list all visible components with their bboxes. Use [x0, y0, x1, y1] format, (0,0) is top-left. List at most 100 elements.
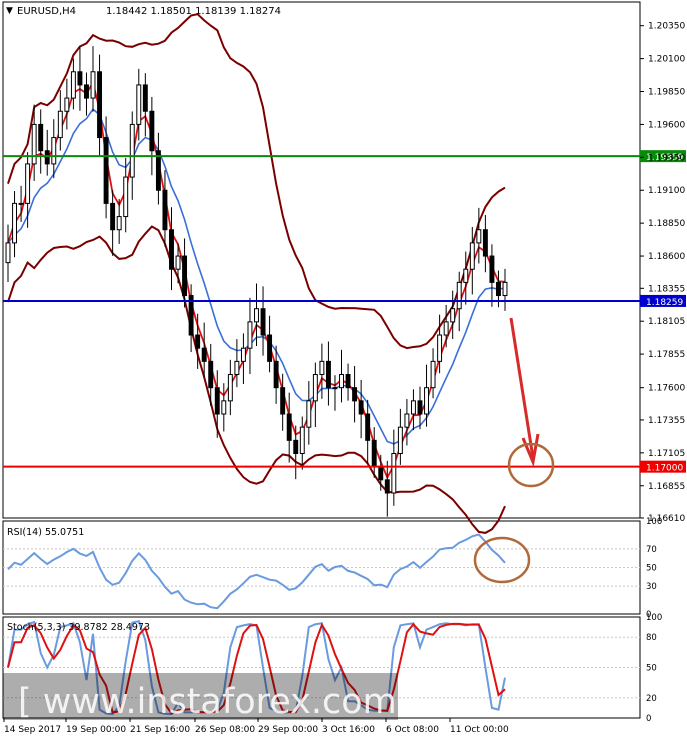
- candle-body: [424, 387, 429, 415]
- candle-body: [371, 439, 377, 468]
- candle-body: [450, 308, 456, 323]
- candle-body: [502, 281, 508, 297]
- candle-body: [18, 202, 24, 205]
- symbol-timeframe-label: EURUSD,H4: [17, 6, 76, 17]
- time-tick-label: 14 Sep 2017: [4, 725, 61, 735]
- price-tick-label: 1.17355: [648, 416, 685, 426]
- candle-body: [169, 229, 174, 270]
- candle-body: [12, 202, 18, 244]
- candle-body: [97, 71, 103, 139]
- candle-body: [103, 137, 109, 204]
- stoch-label: Stoch(5,3,3) 39.8782 28.4973: [7, 622, 150, 633]
- candle-body: [456, 281, 462, 310]
- time-tick-label: 19 Sep 00:00: [66, 725, 126, 735]
- candle-body: [299, 426, 305, 454]
- price-tick-label: 1.18850: [648, 219, 685, 229]
- stoch-tick-label: 50: [646, 664, 657, 674]
- candle-body: [247, 321, 253, 349]
- price-tick-label: 1.17600: [648, 384, 685, 394]
- candle-body: [221, 400, 227, 415]
- ohlc-readout: 1.18442 1.18501 1.18139 1.18274: [106, 6, 281, 17]
- time-tick-label: 3 Oct 16:00: [322, 725, 375, 735]
- price-tick-label: 1.19100: [648, 186, 685, 196]
- chart-menu-icon[interactable]: ▼: [6, 6, 13, 16]
- candle-body: [495, 281, 501, 297]
- candle-body: [129, 123, 135, 178]
- price-tick-label: 1.18355: [648, 284, 685, 294]
- candle-body: [51, 137, 57, 165]
- candle-body: [352, 387, 358, 402]
- candle-body: [84, 84, 89, 99]
- candle-body: [38, 123, 44, 152]
- stoch-tick-label: 0: [646, 714, 651, 724]
- price-tick-label: 1.18600: [648, 252, 685, 262]
- candle-body: [201, 347, 207, 362]
- price-tick-label: 1.16855: [648, 482, 685, 492]
- candle-body: [293, 439, 299, 454]
- price-tick-label: 1.18105: [648, 317, 685, 327]
- watermark-text: [ www.instaforex.com ]: [18, 682, 422, 722]
- candle-body: [332, 387, 338, 390]
- candle-body: [123, 176, 129, 218]
- candle-body: [136, 84, 142, 125]
- candle-body: [430, 360, 436, 389]
- time-tick-label: 26 Sep 08:00: [195, 725, 255, 735]
- candle-body: [325, 360, 331, 389]
- candle-body: [312, 374, 318, 402]
- stoch-tick-label: 80: [646, 633, 657, 643]
- candle-body: [31, 123, 37, 165]
- chart-svg: 1.193591.182591.17000 1.203501.201001.19…: [2, 1, 686, 735]
- candle-body: [214, 387, 220, 415]
- candle-body: [437, 334, 443, 362]
- candle-body: [443, 321, 449, 336]
- candle-body: [240, 347, 246, 362]
- price-tick-label: 1.20350: [648, 22, 685, 32]
- candle-body: [64, 97, 70, 112]
- candle-body: [195, 334, 201, 349]
- candle-body: [463, 268, 469, 283]
- rsi-tick-label: 70: [646, 545, 657, 555]
- candle-body: [378, 466, 384, 481]
- price-tick-label: 1.19350: [648, 153, 685, 163]
- rsi-tick-label: 50: [646, 564, 657, 574]
- candle-body: [57, 110, 63, 139]
- candle-body: [482, 229, 488, 257]
- candle-body: [273, 360, 279, 389]
- candle-body: [116, 216, 122, 231]
- candle-body: [175, 255, 181, 270]
- time-tick-label: 21 Sep 16:00: [130, 725, 190, 735]
- candle-body: [90, 71, 96, 99]
- candle-body: [254, 308, 259, 323]
- level-tag-label: 1.18259: [646, 298, 683, 308]
- candle-body: [319, 360, 325, 376]
- time-tick-label: 6 Oct 08:00: [386, 725, 439, 735]
- candle-body: [77, 71, 83, 86]
- candle-body: [417, 400, 423, 415]
- candle-body: [208, 360, 214, 389]
- candle-body: [404, 413, 410, 428]
- candle-body: [410, 400, 416, 415]
- time-tick-label: 29 Sep 00:00: [258, 725, 318, 735]
- candle-body: [391, 453, 397, 494]
- candle-body: [70, 71, 76, 99]
- candle-body: [25, 163, 31, 204]
- stoch-tick-label: 100: [646, 613, 662, 623]
- candle-body: [397, 426, 403, 454]
- level-tag-label: 1.17000: [646, 464, 683, 474]
- candle-body: [182, 255, 188, 297]
- rsi-label: RSI(14) 55.0751: [7, 527, 84, 538]
- candle-body: [489, 255, 495, 283]
- candle-body: [365, 413, 371, 441]
- candle-body: [286, 413, 292, 441]
- candle-body: [142, 84, 148, 112]
- stoch-tick-label: 20: [646, 694, 657, 704]
- candle-body: [110, 202, 116, 231]
- candle-body: [358, 400, 364, 415]
- rsi-tick-label: 100: [646, 517, 662, 527]
- time-tick-label: 11 Oct 00:00: [450, 725, 509, 735]
- candle-body: [339, 374, 344, 389]
- price-tick-label: 1.20100: [648, 55, 685, 65]
- price-tick-label: 1.19850: [648, 88, 685, 98]
- candle-body: [384, 479, 390, 494]
- candle-body: [476, 229, 482, 244]
